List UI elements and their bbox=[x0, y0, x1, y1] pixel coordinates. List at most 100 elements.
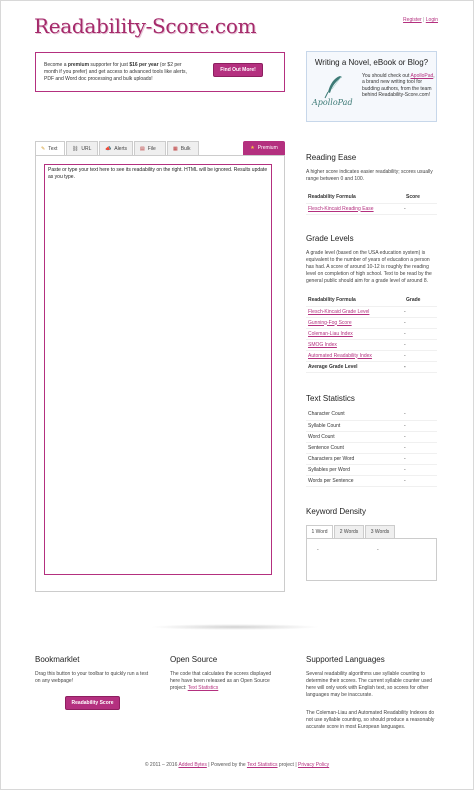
tab-file[interactable]: ▤ File bbox=[134, 141, 166, 155]
keyword-count: - bbox=[377, 547, 379, 553]
smog-index-link[interactable]: SMOG Index bbox=[308, 342, 337, 348]
row-value: - bbox=[404, 339, 437, 351]
privacy-policy-link[interactable]: Privacy Policy bbox=[298, 762, 329, 768]
bookmarklet-text: Drag this button to your toolbar to quic… bbox=[35, 671, 149, 684]
table-row: SMOG Index - bbox=[306, 339, 437, 351]
tab-text[interactable]: ✎ Text bbox=[35, 141, 65, 155]
copyright: © 2011 – 2016 Added Bytes | Powered by t… bbox=[144, 762, 330, 768]
text-input[interactable]: Paste or type your text here to see its … bbox=[44, 164, 272, 575]
link-icon: ⛓ bbox=[72, 145, 79, 152]
stat-value: - bbox=[404, 420, 437, 432]
grade-levels-table: Readability Formula Grade Flesch-Kincaid… bbox=[306, 295, 437, 373]
auth-links: Register | Login bbox=[403, 17, 438, 23]
find-out-more-button[interactable]: Find Out More! bbox=[213, 63, 263, 77]
open-source-text: The code that calculates the scores disp… bbox=[170, 671, 272, 691]
stat-value: - bbox=[404, 442, 437, 454]
text-statistics-footer-link[interactable]: Text Statistics bbox=[247, 762, 278, 768]
table-row: Syllable Count - bbox=[306, 420, 437, 432]
tab-url[interactable]: ⛓ URL bbox=[66, 141, 98, 155]
site-logo[interactable]: Readability-Score.com bbox=[34, 14, 257, 38]
keyword-density-panel: - - bbox=[306, 538, 437, 581]
stat-value: - bbox=[404, 464, 437, 476]
editor-panel: Paste or type your text here to see its … bbox=[35, 155, 285, 592]
stat-value: - bbox=[404, 431, 437, 443]
stat-value: - bbox=[404, 409, 437, 421]
coleman-liau-link[interactable]: Coleman-Liau Index bbox=[308, 331, 353, 337]
table-row: Words per Sentence - bbox=[306, 475, 437, 487]
file-icon: ▤ bbox=[140, 145, 145, 152]
quill-icon bbox=[324, 76, 342, 99]
col-score: Score bbox=[404, 192, 437, 204]
table-row: Automated Readability Index - bbox=[306, 350, 437, 362]
languages-text-2: The Coleman-Liau and Automated Readabili… bbox=[306, 710, 435, 730]
star-icon: ★ bbox=[250, 145, 255, 151]
keyword-density-title: Keyword Density bbox=[306, 507, 367, 516]
stat-value: - bbox=[404, 453, 437, 465]
text-statistics-table: Character Count - Syllable Count - Word Co… bbox=[306, 409, 437, 487]
row-value: - bbox=[404, 317, 437, 329]
table-row: Character Count - bbox=[306, 409, 437, 421]
col-grade: Grade bbox=[404, 295, 437, 307]
table-row: Syllables per Word - bbox=[306, 464, 437, 476]
tab-alerts[interactable]: 📣 Alerts bbox=[99, 141, 133, 155]
added-bytes-link[interactable]: Added Bytes bbox=[178, 762, 206, 768]
text-statistics-link[interactable]: Text Statistics bbox=[188, 685, 219, 691]
table-header: Readability Formula Score bbox=[306, 192, 437, 204]
average-value: - bbox=[404, 361, 437, 373]
table-row: Characters per Word - bbox=[306, 453, 437, 465]
average-label: Average Grade Level bbox=[306, 361, 404, 373]
register-link[interactable]: Register bbox=[403, 17, 422, 23]
login-link[interactable]: Login bbox=[426, 17, 438, 23]
bulk-icon: ▦ bbox=[173, 145, 178, 152]
megaphone-icon: 📣 bbox=[105, 145, 112, 152]
reading-ease-description: A higher score indicates easier readabil… bbox=[306, 169, 433, 182]
stat-label: Sentence Count bbox=[306, 442, 404, 454]
table-row: Flesch-Kincaid Reading Ease - bbox=[306, 203, 437, 215]
table-row: Gunning-Fog Score - bbox=[306, 317, 437, 329]
grade-levels-description: A grade level (based on the USA educatio… bbox=[306, 250, 432, 284]
table-header: Readability Formula Grade bbox=[306, 295, 437, 307]
stat-label: Character Count bbox=[306, 409, 404, 421]
novel-title: Writing a Novel, eBook or Blog? bbox=[314, 58, 429, 67]
col-formula: Readability Formula bbox=[306, 295, 404, 307]
readability-score-bookmarklet-button[interactable]: Readability Score bbox=[65, 696, 120, 710]
novel-text: You should check out ApolloPad, a brand … bbox=[362, 73, 435, 98]
tab-1-word[interactable]: 1 Word bbox=[306, 525, 333, 538]
keyword-value: - bbox=[317, 547, 319, 553]
flesch-kincaid-grade-level-link[interactable]: Flesch-Kincaid Grade Level bbox=[308, 309, 369, 315]
reading-ease-table: Readability Formula Score Flesch-Kincaid… bbox=[306, 192, 437, 215]
pencil-icon: ✎ bbox=[41, 145, 46, 152]
flesch-kincaid-reading-ease-link[interactable]: Flesch-Kincaid Reading Ease bbox=[308, 206, 374, 212]
stat-label: Words per Sentence bbox=[306, 475, 404, 487]
open-source-title: Open Source bbox=[170, 655, 218, 664]
apollopad-logo[interactable]: ApolloPad bbox=[312, 74, 354, 116]
apollopad-link[interactable]: ApolloPad bbox=[410, 73, 433, 79]
tab-2-words[interactable]: 2 Words bbox=[334, 525, 364, 538]
table-row: Word Count - bbox=[306, 431, 437, 443]
stat-label: Syllables per Word bbox=[306, 464, 404, 476]
tab-3-words[interactable]: 3 Words bbox=[365, 525, 395, 538]
languages-text-1: Several readability algorithms use sylla… bbox=[306, 671, 433, 698]
tab-bulk[interactable]: ▦ Bulk bbox=[167, 141, 199, 155]
grade-levels-title: Grade Levels bbox=[306, 234, 354, 243]
text-statistics-title: Text Statistics bbox=[306, 394, 355, 403]
divider-shadow bbox=[150, 624, 320, 630]
apollopad-ad: Writing a Novel, eBook or Blog? ApolloPa… bbox=[306, 51, 437, 122]
auth-separator: | bbox=[423, 17, 425, 23]
average-row: Average Grade Level - bbox=[306, 361, 437, 373]
table-row: Coleman-Liau Index - bbox=[306, 328, 437, 340]
gunning-fog-link[interactable]: Gunning-Fog Score bbox=[308, 320, 352, 326]
stat-label: Word Count bbox=[306, 431, 404, 443]
promo-text: Become a premium supporter for just $16 … bbox=[44, 62, 187, 82]
table-row: Sentence Count - bbox=[306, 442, 437, 454]
row-value: - bbox=[404, 203, 437, 215]
stat-label: Syllable Count bbox=[306, 420, 404, 432]
row-value: - bbox=[404, 306, 437, 318]
stat-value: - bbox=[404, 475, 437, 487]
supported-languages-title: Supported Languages bbox=[306, 655, 385, 664]
row-value: - bbox=[404, 350, 437, 362]
tab-premium[interactable]: ★ Premium bbox=[243, 141, 285, 155]
automated-readability-link[interactable]: Automated Readability Index bbox=[308, 353, 372, 359]
col-formula: Readability Formula bbox=[306, 192, 404, 204]
premium-promo: Become a premium supporter for just $16 … bbox=[35, 52, 285, 92]
